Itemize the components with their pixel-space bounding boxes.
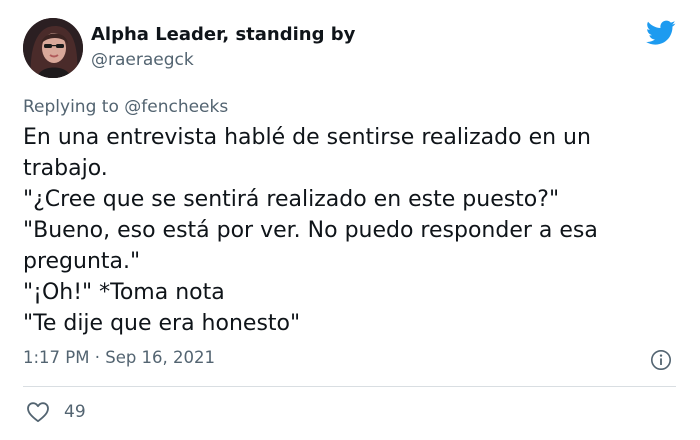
tweet-line: En una entrevista hablé de sentirse real… [23, 125, 591, 150]
avatar[interactable] [23, 18, 83, 78]
info-icon[interactable] [650, 349, 672, 371]
heart-icon[interactable] [26, 401, 50, 423]
tweet-line: "Te dije que era honesto" [23, 311, 301, 336]
replying-to: Replying to @fencheeks [23, 97, 228, 117]
tweet-line: "¡Oh!" *Toma nota [23, 280, 225, 305]
tweet-line: "Bueno, eso está por ver. No puedo respo… [23, 218, 598, 243]
replying-prefix: Replying to [23, 97, 125, 117]
tweet-card: Alpha Leader, standing by @raeraegck Rep… [0, 0, 700, 440]
tweet-line: trabajo. [23, 156, 108, 181]
author-handle[interactable]: @raeraegck [91, 50, 194, 70]
avatar-image [23, 18, 83, 78]
tweet-text: En una entrevista hablé de sentirse real… [23, 122, 673, 339]
reply-mention-link[interactable]: @fencheeks [124, 97, 228, 117]
tweet-line: "¿Cree que se sentirá realizado en este … [23, 187, 560, 212]
tweet-line: pregunta." [23, 249, 141, 274]
twitter-bird-icon[interactable] [646, 20, 676, 46]
author-display-name[interactable]: Alpha Leader, standing by [91, 24, 355, 45]
divider [23, 386, 676, 387]
like-count: 49 [64, 402, 86, 422]
tweet-timestamp[interactable]: 1:17 PM · Sep 16, 2021 [23, 348, 215, 367]
